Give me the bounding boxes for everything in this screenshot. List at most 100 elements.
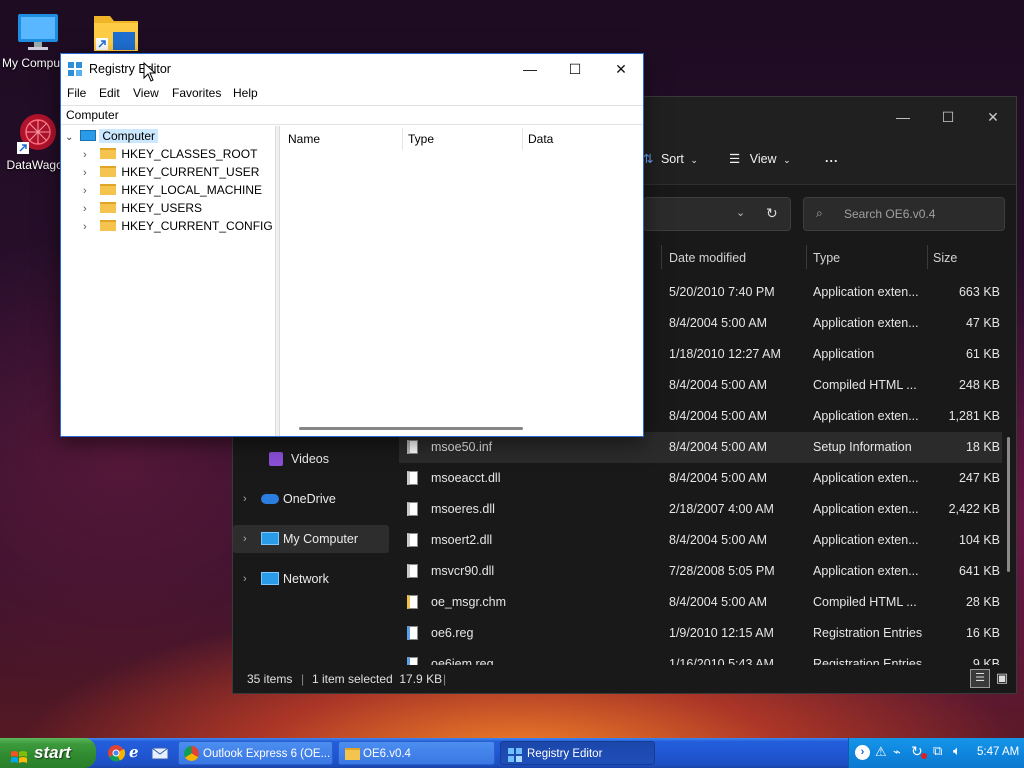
search-box[interactable]: ⌕ Search OE6.v0.4: [803, 197, 1005, 231]
chevron-right-icon[interactable]: ›: [83, 146, 97, 164]
file-row[interactable]: msvcr90.dll 7/28/2008 5:05 PM Application …: [399, 556, 1002, 587]
tree-node-hkey-local-machine[interactable]: › HKEY_LOCAL_MACHINE: [83, 181, 262, 199]
tree-node-hkey-current-config[interactable]: › HKEY_CURRENT_CONFIG: [83, 217, 273, 235]
tree-node-hkey-classes-root[interactable]: › HKEY_CLASSES_ROOT: [83, 145, 257, 163]
status-bar: 35 items | 1 item selected 17.9 KB | ☰ ▣: [233, 665, 1016, 693]
menu-view[interactable]: View: [133, 86, 159, 100]
chrome-icon: [184, 746, 199, 761]
close-button[interactable]: ✕: [598, 57, 644, 81]
chevron-right-icon[interactable]: ›: [83, 200, 97, 218]
minimize-button[interactable]: —: [507, 57, 553, 81]
column-header-type[interactable]: Type: [408, 127, 434, 151]
column-separator[interactable]: [806, 245, 807, 269]
column-separator[interactable]: [927, 245, 928, 269]
tiles-view-button[interactable]: ▣: [993, 669, 1011, 687]
menu-file[interactable]: File: [67, 86, 86, 100]
minimize-button[interactable]: —: [885, 105, 921, 129]
file-row[interactable]: msoeres.dll 2/18/2007 4:00 AM Application …: [399, 494, 1002, 525]
file-row[interactable]: msoeacct.dll 8/4/2004 5:00 AM Application …: [399, 463, 1002, 494]
column-header-date[interactable]: Date modified: [669, 243, 746, 273]
nav-item-label: OneDrive: [283, 492, 336, 506]
file-type: Application exten...: [813, 502, 919, 516]
maximize-button[interactable]: ☐: [552, 57, 598, 81]
start-button[interactable]: start: [0, 738, 96, 768]
system-tray: › ⚠ ⌁ ↻ ⧉ 🔈︎ 5:47 AM: [848, 738, 1024, 768]
column-separator[interactable]: [402, 128, 403, 150]
taskbar: start ℯ Outlook Express 6 (OE... OE6.v0.…: [0, 738, 1024, 768]
taskbar-button-oe6-folder[interactable]: OE6.v0.4: [338, 741, 495, 765]
sort-button[interactable]: ⇅ Sort ⌄: [643, 151, 698, 166]
file-name: oe_msgr.chm: [431, 595, 507, 609]
menu-edit[interactable]: Edit: [99, 86, 120, 100]
column-header-name[interactable]: Name: [288, 127, 320, 151]
file-name: msoert2.dll: [431, 533, 493, 547]
address-bar[interactable]: ⌄ ↻: [643, 197, 791, 231]
menu-favorites[interactable]: Favorites: [172, 86, 221, 100]
outlook-express-icon[interactable]: [151, 744, 169, 762]
tray-expand-icon[interactable]: ›: [855, 745, 870, 760]
tree-node-label: HKEY_CURRENT_USER: [121, 165, 260, 179]
file-row[interactable]: oe6.reg 1/9/2010 12:15 AM Registration Ent…: [399, 618, 1002, 649]
network-status-icon[interactable]: ⚠: [875, 744, 887, 760]
file-size: 1,281 KB: [948, 409, 1000, 423]
file-type: Compiled HTML ...: [813, 595, 917, 609]
nav-item-videos[interactable]: Videos: [233, 445, 389, 473]
file-row[interactable]: oe_msgr.chm 8/4/2004 5:00 AM Compiled HTML…: [399, 587, 1002, 618]
horizontal-scrollbar[interactable]: [299, 427, 523, 430]
file-date-modified: 8/4/2004 5:00 AM: [669, 595, 767, 609]
file-type: Application exten...: [813, 564, 919, 578]
view-button[interactable]: ☰ View ⌄: [729, 151, 791, 166]
monitor-icon: [261, 532, 279, 545]
mouse-cursor-icon: [143, 61, 157, 82]
volume-icon[interactable]: 🔈︎: [953, 743, 961, 759]
search-icon: ⌕: [816, 206, 823, 220]
tree-node-computer[interactable]: ⌄ Computer: [65, 127, 159, 147]
menu-help[interactable]: Help: [233, 86, 258, 100]
desktop-icon-folder-shortcut[interactable]: [78, 8, 154, 56]
maximize-button[interactable]: ☐: [930, 105, 966, 129]
registry-tree: ⌄ Computer › HKEY_CLASSES_ROOT › HKEY_CU…: [61, 126, 276, 436]
taskbar-button-registry-editor[interactable]: Registry Editor: [500, 741, 655, 765]
display-icon[interactable]: ⧉: [933, 743, 942, 759]
file-row[interactable]: msoert2.dll 8/4/2004 5:00 AM Application e…: [399, 525, 1002, 556]
nav-item-label: My Computer: [283, 532, 359, 546]
pane-splitter[interactable]: [276, 126, 280, 436]
file-type: Compiled HTML ...: [813, 378, 917, 392]
datawagon-icon: [15, 108, 61, 156]
chrome-icon[interactable]: [107, 744, 126, 762]
tree-node-hkey-current-user[interactable]: › HKEY_CURRENT_USER: [83, 163, 259, 181]
more-options-button[interactable]: ...: [825, 151, 838, 165]
file-row[interactable]: oe6iem.reg 1/16/2010 5:43 AM Registration …: [399, 649, 1002, 665]
column-header-size[interactable]: Size: [933, 243, 957, 273]
file-size: 61 KB: [965, 347, 1000, 361]
clock[interactable]: 5:47 AM: [977, 746, 1019, 758]
taskbar-button-outlook-express[interactable]: Outlook Express 6 (OE...: [178, 741, 333, 765]
chevron-right-icon[interactable]: ›: [83, 164, 97, 182]
vertical-scrollbar[interactable]: [1007, 437, 1010, 572]
column-header-type[interactable]: Type: [813, 243, 840, 273]
file-icon: [407, 440, 418, 454]
column-header-data[interactable]: Data: [528, 127, 553, 151]
close-button[interactable]: ✕: [975, 105, 1011, 129]
folder-icon: [91, 8, 141, 54]
regedit-address-bar[interactable]: Computer: [61, 105, 643, 125]
refresh-icon[interactable]: ↻: [766, 205, 778, 222]
file-date-modified: 8/4/2004 5:00 AM: [669, 533, 767, 547]
wifi-off-icon[interactable]: ⌁: [893, 744, 901, 760]
file-size: 47 KB: [965, 316, 1000, 330]
nav-item-network[interactable]: › Network: [233, 565, 389, 593]
file-size: 641 KB: [958, 564, 1000, 578]
ie-icon[interactable]: ℯ: [129, 744, 147, 762]
file-size: 104 KB: [958, 533, 1000, 547]
chevron-right-icon[interactable]: ›: [83, 218, 97, 236]
column-separator[interactable]: [661, 245, 662, 269]
tree-node-hkey-users[interactable]: › HKEY_USERS: [83, 199, 202, 217]
column-separator[interactable]: [522, 128, 523, 150]
chevron-down-icon[interactable]: ⌄: [736, 206, 745, 219]
details-view-button[interactable]: ☰: [970, 669, 990, 688]
nav-item-onedrive[interactable]: › OneDrive: [233, 485, 389, 513]
nav-item-my-computer[interactable]: › My Computer: [233, 525, 389, 553]
regedit-app-icon: [508, 747, 522, 762]
chevron-right-icon[interactable]: ›: [83, 182, 97, 200]
chevron-down-icon[interactable]: ⌄: [65, 129, 77, 147]
